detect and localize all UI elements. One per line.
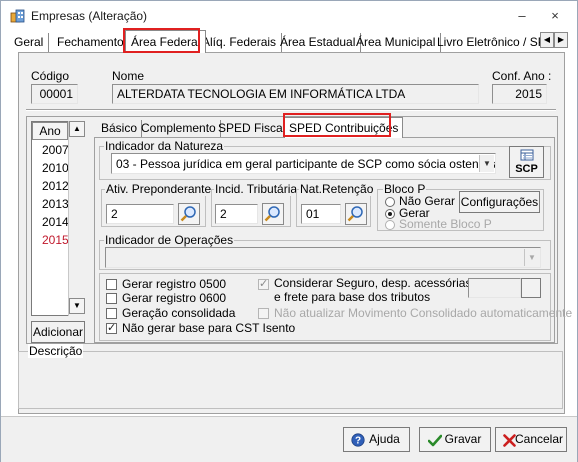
descricao-label: Descrição	[28, 344, 84, 358]
configuracoes-label: Configurações	[460, 195, 539, 209]
nat-retencao-field[interactable]: 01	[301, 204, 341, 224]
cancelar-button[interactable]: Cancelar	[495, 427, 567, 452]
subtab-sped-contribuicoes[interactable]: SPED Contribuições	[284, 117, 404, 138]
year-column-header[interactable]: Ano	[32, 122, 68, 140]
considerar-value-field	[468, 278, 521, 298]
radio-nao-gerar[interactable]	[385, 197, 395, 207]
magnifier-icon	[347, 206, 363, 222]
adicionar-button[interactable]: Adicionar	[31, 321, 85, 343]
dialog-button-bar: ? Ajuda Gravar Cancelar	[1, 416, 577, 462]
nat-retencao-label: Nat.Retenção	[299, 182, 375, 196]
radio-gerar[interactable]	[385, 209, 395, 219]
scp-label: SCP	[515, 163, 538, 175]
radio-somente-bloco-p	[385, 220, 395, 230]
ajuda-button[interactable]: ? Ajuda	[343, 427, 410, 452]
company-edit-window: Empresas (Alteração) – × Geral Fechament…	[0, 0, 578, 462]
document-grid-icon	[520, 149, 534, 161]
tab-scroll-right-button[interactable]: ▶	[554, 32, 568, 48]
ativ-field[interactable]: 2	[106, 204, 174, 224]
help-icon: ?	[351, 433, 365, 447]
title-bar: Empresas (Alteração) – ×	[1, 1, 577, 29]
tab-fechamento[interactable]: Fechamento	[52, 33, 130, 52]
checkbox-considerar-seguro-label-2: e frete para base dos tributos	[274, 290, 431, 304]
descricao-box	[18, 351, 563, 409]
configuracoes-button[interactable]: Configurações	[459, 191, 540, 213]
svg-text:?: ?	[355, 436, 361, 447]
chevron-down-icon: ▼	[479, 155, 494, 172]
gravar-button[interactable]: Gravar	[419, 427, 491, 452]
ajuda-label: Ajuda	[369, 432, 400, 446]
checkbox-geracao-consolidada-label: Geração consolidada	[122, 306, 236, 320]
radio-somente-bloco-p-label: Somente Bloco P	[399, 217, 492, 231]
header-separator	[26, 109, 556, 111]
tab-geral[interactable]: Geral	[9, 33, 50, 52]
cancel-x-icon	[503, 434, 516, 447]
incid-field[interactable]: 2	[215, 204, 258, 224]
codigo-label: Código	[31, 69, 70, 83]
checkbox-registro-0500-label: Gerar registro 0500	[122, 277, 227, 291]
conf-ano-field: 2015	[492, 84, 547, 104]
considerar-lookup-button	[521, 278, 541, 298]
checkbox-registro-0600[interactable]	[106, 293, 117, 304]
company-app-icon	[10, 9, 25, 23]
magnifier-icon	[264, 206, 280, 222]
scp-button[interactable]: SCP	[509, 146, 544, 178]
checkbox-nao-gerar-base[interactable]	[106, 321, 117, 334]
nome-label: Nome	[112, 69, 145, 83]
checkbox-registro-0500[interactable]	[106, 279, 117, 290]
natureza-select[interactable]: 03 - Pessoa jurídica em geral participan…	[111, 153, 496, 174]
cancelar-label: Cancelar	[514, 432, 564, 446]
window-title: Empresas (Alteração)	[31, 9, 148, 23]
codigo-field: 00001	[31, 84, 78, 104]
checkbox-considerar-seguro-label-1: Considerar Seguro, desp. acessórias	[274, 276, 472, 290]
operacoes-select: ▼	[105, 247, 541, 268]
checkbox-registro-0600-label: Gerar registro 0600	[122, 291, 227, 305]
magnifier-icon	[180, 206, 196, 222]
checkmark-icon	[428, 434, 442, 447]
tab-area-estadual[interactable]: Área Estadual	[275, 33, 362, 52]
conf-ano-label: Conf. Ano :	[492, 69, 552, 83]
tab-area-federal[interactable]: Área Federal	[125, 30, 207, 53]
gravar-label: Gravar	[444, 432, 482, 446]
main-tabs: Geral Fechamento Área Federal Alíq. Fede…	[7, 30, 573, 53]
checkbox-considerar-seguro	[258, 277, 269, 290]
scroll-down-icon[interactable]: ▼	[69, 298, 85, 314]
subtab-basico[interactable]: Básico	[97, 120, 143, 137]
tab-livro-eletronico[interactable]: Livro Eletrônico / SP	[432, 33, 542, 52]
tab-area-municipal[interactable]: Área Municipal	[351, 33, 442, 52]
chevron-down-icon: ▼	[524, 249, 539, 266]
nat-retencao-search-button[interactable]	[345, 203, 367, 225]
adicionar-label: Adicionar	[32, 325, 84, 339]
subtab-sped-fiscal[interactable]: SPED Fiscal	[214, 120, 291, 137]
ativ-label: Ativ. Preponderante	[105, 182, 213, 196]
incid-label: Incid. Tributária	[214, 182, 299, 196]
close-button[interactable]: ×	[544, 7, 566, 25]
ativ-search-button[interactable]	[178, 203, 200, 225]
tab-scroll-left-button[interactable]: ◀	[540, 32, 554, 48]
checkbox-nao-gerar-base-label: Não gerar base para CST Isento	[122, 321, 296, 335]
checkbox-geracao-consolidada[interactable]	[106, 308, 117, 319]
year-list-scrollbar[interactable]: ▲ ▼	[68, 121, 85, 316]
nome-field: ALTERDATA TECNOLOGIA EM INFORMÁTICA LTDA	[112, 84, 479, 104]
scroll-up-icon[interactable]: ▲	[69, 121, 85, 137]
natureza-label: Indicador da Natureza	[104, 139, 225, 153]
checkbox-nao-atualizar-label: Não atualizar Movimento Consolidado auto…	[274, 306, 573, 320]
operacoes-label: Indicador de Operações	[104, 233, 235, 247]
minimize-button[interactable]: –	[511, 7, 533, 25]
subtab-complemento[interactable]: Complemento	[137, 120, 221, 137]
checkbox-nao-atualizar	[258, 308, 269, 319]
tab-aliq-federais[interactable]: Alíq. Federais	[197, 33, 283, 52]
natureza-value: 03 - Pessoa jurídica em geral participan…	[116, 157, 496, 171]
incid-search-button[interactable]	[262, 203, 284, 225]
